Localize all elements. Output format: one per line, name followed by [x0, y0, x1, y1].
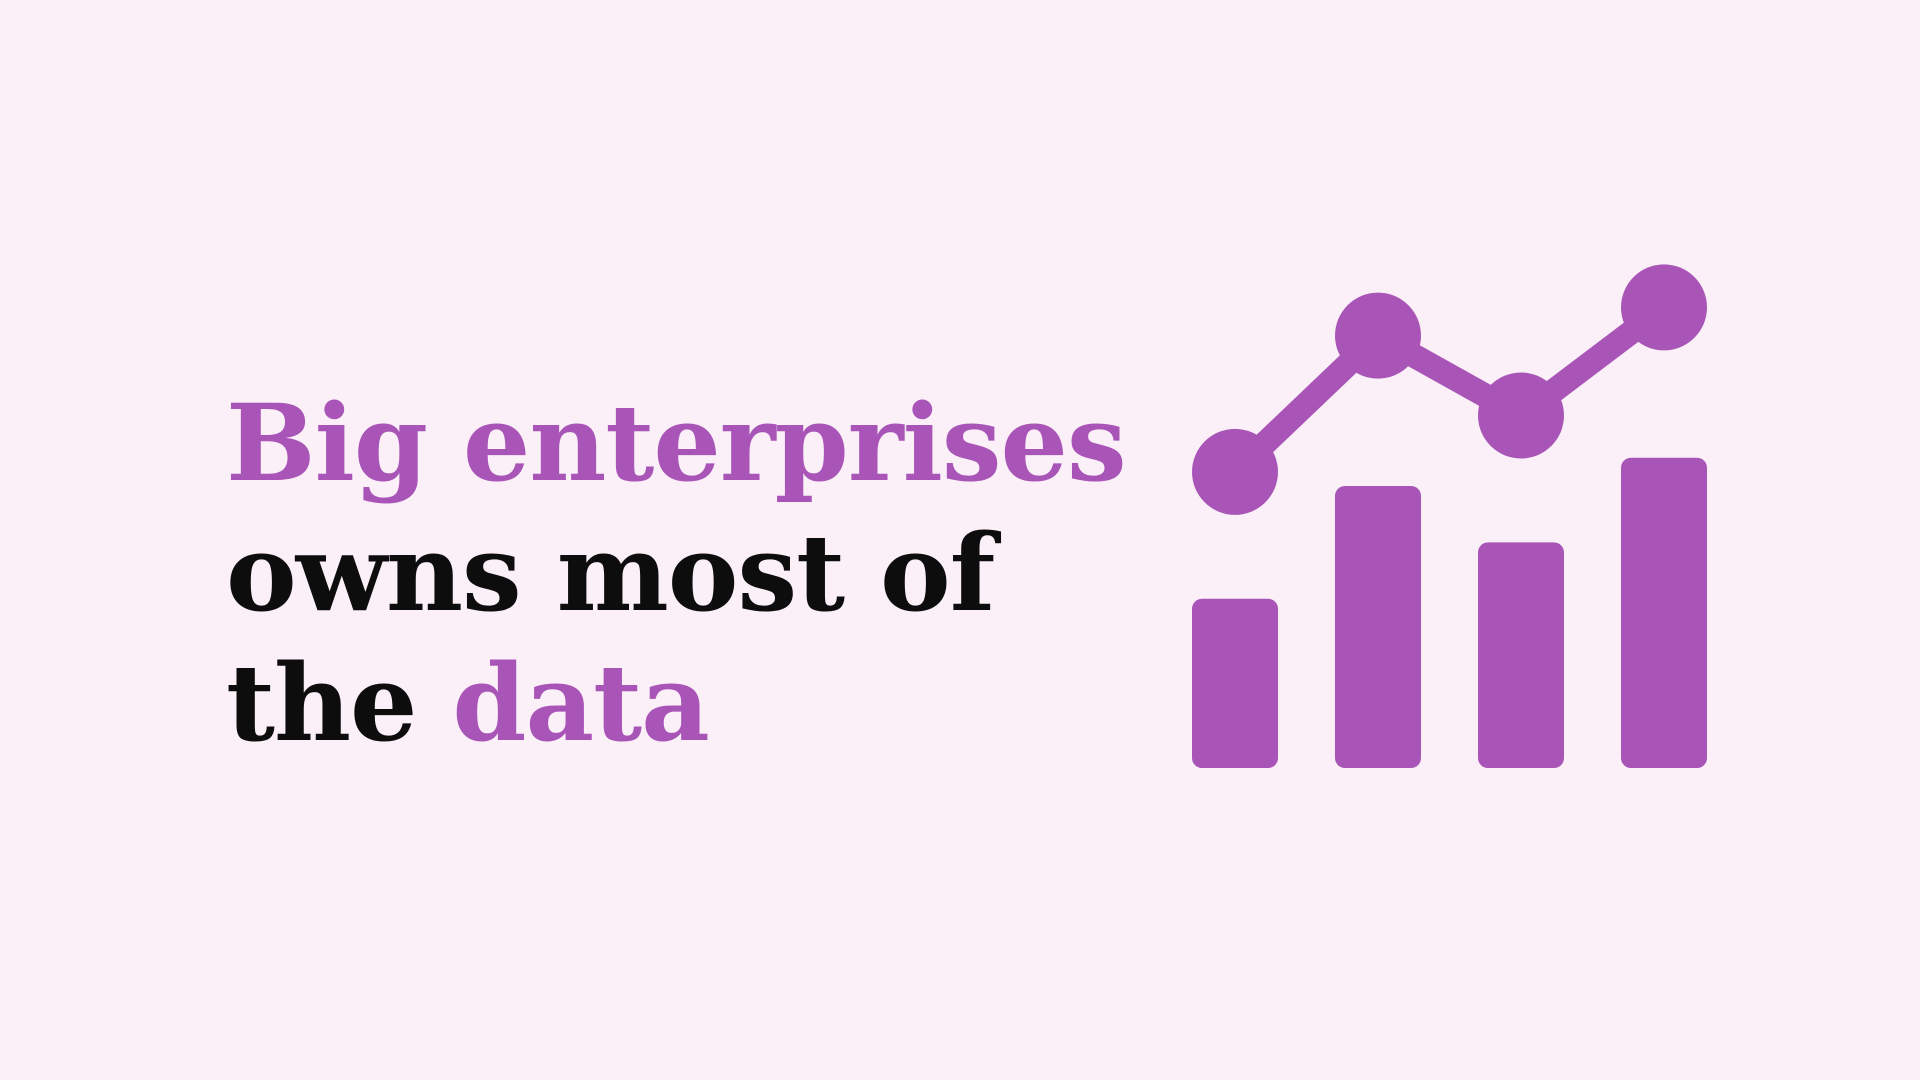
- icon-bar: [1478, 542, 1564, 768]
- icon-trend-line-path: [1223, 295, 1676, 484]
- icon-trend-dot: [1478, 372, 1564, 459]
- headline-line-2: owns most of: [226, 510, 995, 635]
- icon-trend-dot: [1192, 428, 1278, 515]
- bar-line-chart-icon: [1192, 264, 1707, 768]
- icon-trend-dot: [1335, 292, 1421, 379]
- slide: Big enterprises owns most of the data: [0, 0, 1920, 1080]
- icon-bar: [1621, 457, 1707, 768]
- icon-trend-line: [1223, 295, 1676, 484]
- headline: Big enterprises owns most of the data: [226, 378, 1127, 768]
- icon-bar: [1192, 598, 1278, 768]
- icon-bar: [1335, 486, 1421, 768]
- icon-trend-dot: [1621, 264, 1707, 351]
- headline-line-3: the data: [226, 638, 1126, 768]
- headline-accent-enterprises: Big enterprises: [226, 380, 1127, 505]
- headline-text-the: the: [226, 640, 453, 765]
- headline-line-1: Big enterprises: [226, 378, 1127, 508]
- icon-bars: [1192, 457, 1707, 768]
- headline-accent-data: data: [452, 640, 709, 765]
